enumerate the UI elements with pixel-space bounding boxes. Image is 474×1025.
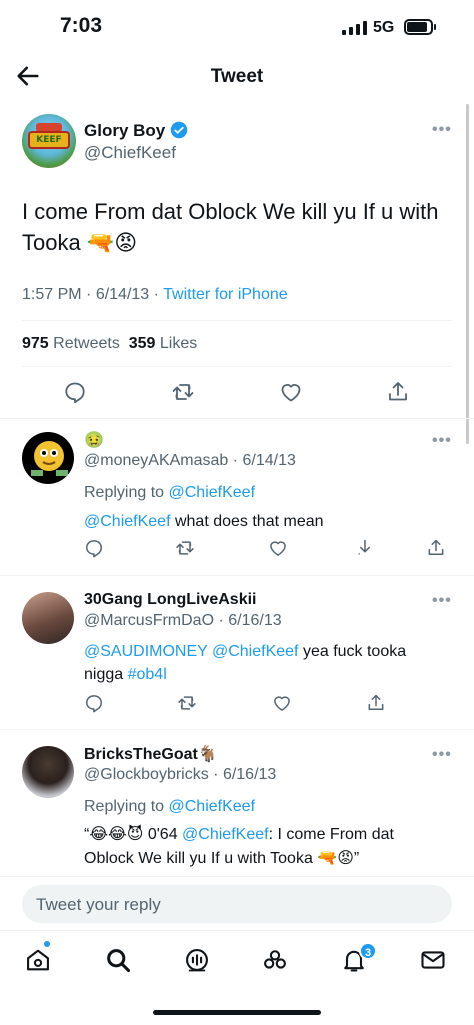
download-icon[interactable]: [355, 538, 375, 558]
tweet-date: 6/14/13: [95, 286, 150, 303]
author-name[interactable]: Glory Boy: [84, 121, 165, 141]
battery-icon: [404, 19, 436, 35]
spaces-icon[interactable]: [183, 946, 211, 974]
replying-to-label: Replying to: [84, 484, 165, 501]
author-handle[interactable]: @ChiefKeef: [84, 143, 176, 163]
divider: [22, 320, 452, 321]
quote-text: : I come From dat: [268, 826, 394, 843]
replying-to-link[interactable]: @ChiefKeef: [169, 484, 256, 501]
reply-date: 6/14/13: [242, 452, 296, 469]
divider: [0, 575, 474, 576]
scrollbar[interactable]: [466, 104, 469, 444]
reply-input-placeholder: Tweet your reply: [36, 895, 161, 914]
quote-prefix: “😂😂😈 0'64: [84, 826, 178, 843]
mention-link[interactable]: @ChiefKeef: [84, 513, 171, 530]
divider: [0, 876, 474, 877]
reply-author-handle[interactable]: @moneyAKAmasab: [84, 452, 228, 469]
reply-author-name[interactable]: BricksTheGoat🐐: [84, 744, 218, 764]
more-options-icon[interactable]: •••: [432, 121, 452, 139]
reply-handle-line: @Glockboybricks · 6/16/13: [84, 766, 277, 783]
page-title: Tweet: [210, 66, 264, 87]
reply-author-name[interactable]: 30Gang LongLiveAskii: [84, 591, 256, 609]
replying-to: Replying to @ChiefKeef: [84, 795, 255, 818]
reply-text-body: what does that mean: [174, 513, 324, 530]
mention-link[interactable]: @ChiefKeef: [182, 826, 269, 843]
reply-handle-line: @MarcusFrmDaO · 6/16/13: [84, 612, 282, 629]
reply-icon[interactable]: [63, 380, 87, 404]
hashtag-link[interactable]: #ob4l: [128, 666, 167, 683]
home-icon[interactable]: [24, 946, 52, 974]
more-options-icon[interactable]: •••: [432, 746, 452, 764]
share-icon[interactable]: [426, 538, 446, 558]
reply-icon[interactable]: [84, 693, 104, 713]
search-icon[interactable]: [104, 946, 132, 974]
reply-text: @SAUDIMONEY @ChiefKeef yea fuck tooka ni…: [84, 640, 444, 686]
bottom-tab-bar: [0, 930, 474, 990]
share-icon[interactable]: [366, 693, 386, 713]
home-notification-dot: [44, 941, 50, 947]
tweet-time: 1:57 PM: [22, 286, 82, 303]
mention-link[interactable]: @SAUDIMONEY: [84, 643, 208, 660]
divider: [0, 729, 474, 730]
status-time: 7:03: [60, 14, 103, 37]
retweet-icon[interactable]: [175, 538, 195, 558]
tweet-text: I come From dat Oblock We kill yu If u w…: [22, 199, 439, 255]
more-options-icon[interactable]: •••: [432, 432, 452, 450]
replying-to-label: Replying to: [84, 798, 165, 815]
reply-author-name[interactable]: 🤢: [84, 430, 104, 450]
share-icon[interactable]: [386, 380, 410, 404]
more-options-icon[interactable]: •••: [432, 592, 452, 610]
home-indicator: [153, 1010, 321, 1015]
verified-badge-icon: [170, 121, 188, 139]
mention-link[interactable]: @ChiefKeef: [212, 643, 299, 660]
reply-handle-line: @moneyAKAmasab · 6/14/13: [84, 452, 296, 469]
reply-date: 6/16/13: [222, 766, 277, 783]
avatar[interactable]: KEEF: [22, 114, 76, 168]
reply-icon[interactable]: [84, 538, 104, 558]
tweet-meta: 1:57 PM · 6/14/13 · Twitter for iPhone: [22, 286, 288, 303]
replying-to: Replying to @ChiefKeef: [84, 481, 255, 504]
tweet-counts: 975 Retweets 359 Likes: [22, 335, 197, 353]
likes-label[interactable]: Likes: [160, 335, 197, 352]
reply-text: @ChiefKeef what does that mean: [84, 510, 324, 533]
retweet-count[interactable]: 975: [22, 335, 49, 352]
replying-to-link[interactable]: @ChiefKeef: [169, 798, 256, 815]
reply-text: “😂😂😈 0'64 @ChiefKeef: I come From dat: [84, 823, 456, 846]
avatar[interactable]: [22, 432, 74, 484]
signal-icon: [342, 21, 367, 35]
retweet-icon[interactable]: [171, 380, 195, 404]
like-icon[interactable]: [279, 380, 303, 404]
divider: [0, 418, 474, 419]
messages-envelope-icon[interactable]: [419, 946, 447, 974]
network-label: 5G: [373, 19, 395, 36]
tweet-source[interactable]: Twitter for iPhone: [163, 286, 288, 303]
retweets-label[interactable]: Retweets: [53, 335, 120, 352]
retweet-icon[interactable]: [177, 693, 197, 713]
reply-date: 6/16/13: [228, 612, 282, 629]
like-icon[interactable]: [268, 538, 288, 558]
avatar[interactable]: [22, 746, 74, 798]
divider: [22, 366, 452, 367]
reply-author-handle[interactable]: @Glockboybricks: [84, 766, 209, 783]
reply-text-line-2: Oblock We kill yu If u with Tooka 🔫😡”: [84, 850, 360, 867]
notifications-badge: 3: [359, 942, 377, 960]
reply-author-handle[interactable]: @MarcusFrmDaO: [84, 612, 214, 629]
communities-icon[interactable]: [261, 946, 289, 974]
avatar[interactable]: [22, 592, 74, 644]
like-count[interactable]: 359: [129, 335, 156, 352]
like-icon[interactable]: [272, 693, 292, 713]
